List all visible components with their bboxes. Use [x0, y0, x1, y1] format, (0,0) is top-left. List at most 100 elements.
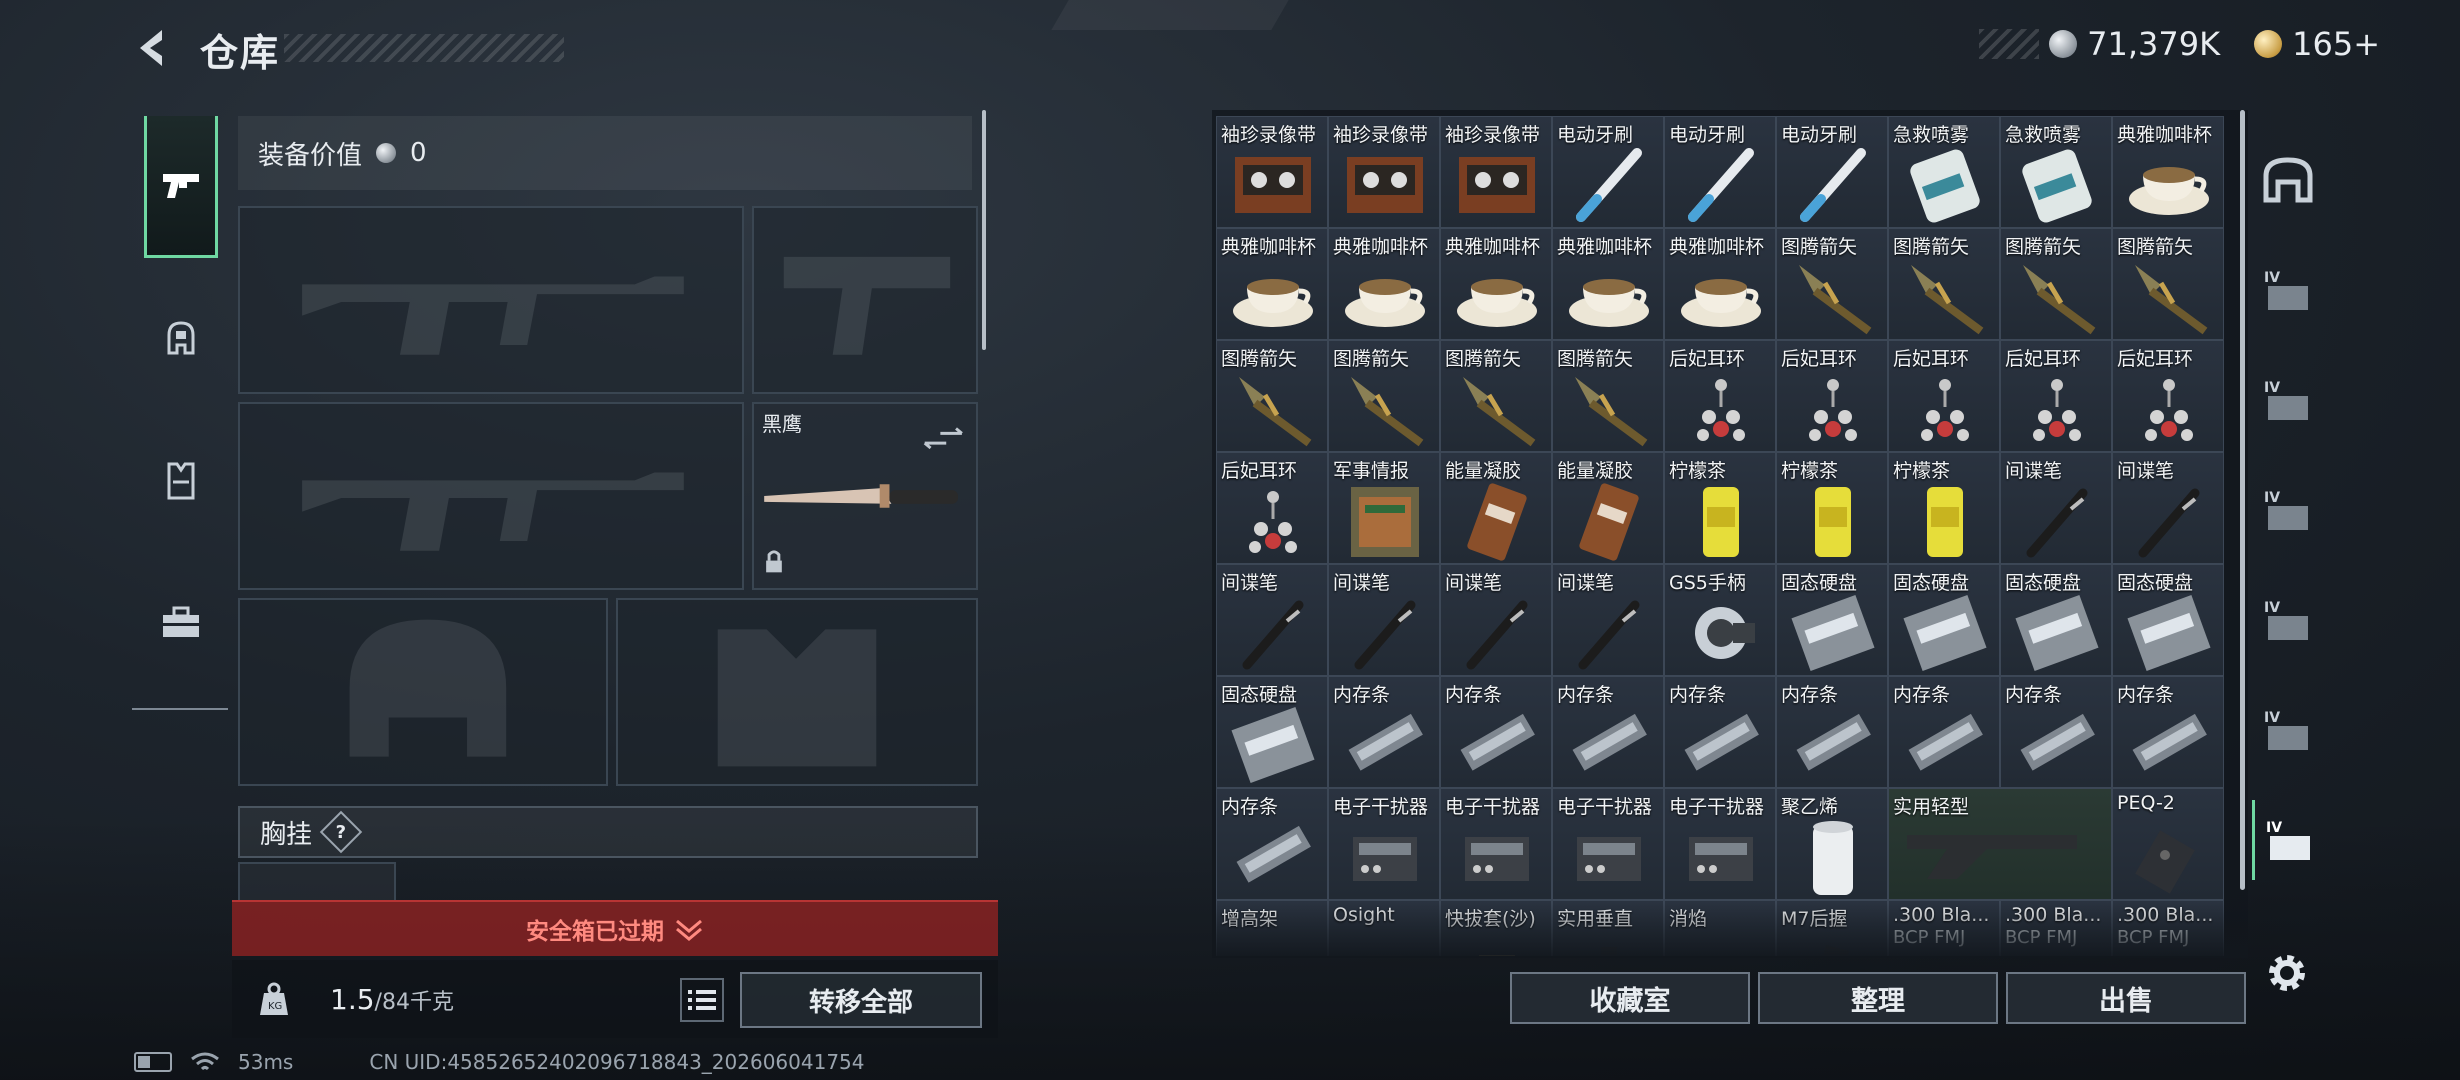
stash-item[interactable]: 图腾箭矢	[2112, 228, 2224, 340]
help-icon[interactable]: ?	[319, 810, 363, 854]
stash-item[interactable]: 实用轻型	[1888, 788, 2112, 900]
stash-item[interactable]: 电子干扰器	[1552, 788, 1664, 900]
armor-slot[interactable]	[616, 598, 978, 786]
stash-item[interactable]: 间谍笔	[2000, 452, 2112, 564]
stash-item[interactable]: 间谍笔	[1552, 564, 1664, 676]
stash-item[interactable]: 能量凝胶	[1440, 452, 1552, 564]
equipment-scrollbar[interactable]	[982, 110, 986, 350]
gold-amount[interactable]: 165+	[2292, 25, 2380, 63]
list-icon[interactable]	[680, 978, 724, 1022]
stash-item[interactable]: 固态硬盘	[1888, 564, 2000, 676]
storage-tab-3[interactable]: IV	[2252, 470, 2324, 550]
stash-item[interactable]: 典雅咖啡杯	[1552, 228, 1664, 340]
stash-item[interactable]: 急救喷雾	[2000, 116, 2112, 228]
stash-item[interactable]: 图腾箭矢	[1888, 228, 2000, 340]
stash-item[interactable]: 电动牙刷	[1552, 116, 1664, 228]
sidebar-divider	[132, 708, 228, 710]
item-icon	[1249, 491, 1297, 553]
stash-item[interactable]: GS5手柄	[1664, 564, 1776, 676]
tab-helmet[interactable]	[144, 268, 218, 410]
stash-item[interactable]: 内存条	[1888, 676, 2000, 788]
stash-item[interactable]: 图腾箭矢	[1328, 340, 1440, 452]
stash-item[interactable]: 内存条	[1216, 788, 1328, 900]
stash-item[interactable]: 图腾箭矢	[1216, 340, 1328, 452]
stash-item[interactable]: 内存条	[1440, 676, 1552, 788]
stash-item[interactable]: 固态硬盘	[2112, 564, 2224, 676]
stash-item[interactable]: 电子干扰器	[1440, 788, 1552, 900]
stash-item[interactable]: 内存条	[2112, 676, 2224, 788]
storage-tab-1[interactable]: IV	[2252, 250, 2324, 330]
sell-button[interactable]: 出售	[2006, 972, 2246, 1024]
tab-case[interactable]	[144, 552, 218, 694]
stash-item[interactable]: 后妃耳环	[1664, 340, 1776, 452]
stash-item[interactable]: 典雅咖啡杯	[1440, 228, 1552, 340]
stash-item[interactable]: PEQ-2	[2112, 788, 2224, 900]
stash-item[interactable]: 能量凝胶	[1552, 452, 1664, 564]
stash-item[interactable]: 固态硬盘	[2000, 564, 2112, 676]
item-icon	[2135, 830, 2195, 894]
stash-item[interactable]: 间谍笔	[2112, 452, 2224, 564]
melee-slot[interactable]: 黑鹰	[752, 402, 978, 590]
stash-item[interactable]: 袖珍录像带	[1216, 116, 1328, 228]
stash-item[interactable]: 内存条	[1552, 676, 1664, 788]
tab-chest-rig[interactable]	[144, 410, 218, 552]
stash-item[interactable]: 电动牙刷	[1776, 116, 1888, 228]
organize-button[interactable]: 整理	[1758, 972, 1998, 1024]
chest-rig-slot[interactable]	[238, 862, 396, 902]
storage-iv-icon: IV	[2264, 490, 2308, 530]
stash-item[interactable]: 典雅咖啡杯	[2112, 116, 2224, 228]
stash-item[interactable]: 电子干扰器	[1664, 788, 1776, 900]
stash-scrollbar[interactable]	[2240, 110, 2245, 890]
storage-tab-2[interactable]: IV	[2252, 360, 2324, 440]
collection-button[interactable]: 收藏室	[1510, 972, 1750, 1024]
stash-item[interactable]: 柠檬茶	[1664, 452, 1776, 564]
stash-item[interactable]: 急救喷雾	[1888, 116, 2000, 228]
stash-item[interactable]: 内存条	[1664, 676, 1776, 788]
stash-item[interactable]: 后妃耳环	[2000, 340, 2112, 452]
primary-weapon-slot[interactable]	[238, 206, 744, 394]
stash-item[interactable]: 后妃耳环	[1776, 340, 1888, 452]
stash-item[interactable]: 后妃耳环	[1888, 340, 2000, 452]
stash-item[interactable]: 聚乙烯	[1776, 788, 1888, 900]
stash-item[interactable]: 典雅咖啡杯	[1328, 228, 1440, 340]
settings-gear-icon[interactable]	[2262, 948, 2312, 998]
svg-text:IV: IV	[2264, 490, 2280, 506]
tab-weapons[interactable]	[144, 116, 218, 258]
stash-item[interactable]: 间谍笔	[1216, 564, 1328, 676]
storage-tab-5[interactable]: IV	[2252, 690, 2324, 770]
stash-item[interactable]: 固态硬盘	[1216, 676, 1328, 788]
back-arrow-icon[interactable]	[132, 26, 176, 70]
item-icon	[1809, 379, 1857, 441]
stash-item[interactable]: 内存条	[2000, 676, 2112, 788]
stash-item[interactable]: 电动牙刷	[1664, 116, 1776, 228]
stash-item[interactable]: 袖珍录像带	[1328, 116, 1440, 228]
stash-item[interactable]: 柠檬茶	[1888, 452, 2000, 564]
pistol-slot[interactable]	[752, 206, 978, 394]
transfer-all-button[interactable]: 转移全部	[740, 972, 982, 1028]
stash-item[interactable]: 内存条	[1776, 676, 1888, 788]
home-tab[interactable]	[2252, 140, 2324, 220]
stash-item[interactable]: 后妃耳环	[1216, 452, 1328, 564]
stash-item[interactable]: 内存条	[1328, 676, 1440, 788]
stash-item[interactable]: 图腾箭矢	[1552, 340, 1664, 452]
stash-item[interactable]: 柠檬茶	[1776, 452, 1888, 564]
secondary-weapon-slot[interactable]	[238, 402, 744, 590]
stash-item[interactable]: 军事情报	[1328, 452, 1440, 564]
stash-item[interactable]: 袖珍录像带	[1440, 116, 1552, 228]
stash-item[interactable]: 间谍笔	[1328, 564, 1440, 676]
stash-item[interactable]: 间谍笔	[1440, 564, 1552, 676]
helmet-slot[interactable]	[238, 598, 608, 786]
stash-item[interactable]: 图腾箭矢	[2000, 228, 2112, 340]
storage-tab-4[interactable]: IV	[2252, 580, 2324, 660]
stash-item[interactable]: 图腾箭矢	[1440, 340, 1552, 452]
stash-item[interactable]: 典雅咖啡杯	[1216, 228, 1328, 340]
storage-tab-6[interactable]: IV	[2252, 800, 2324, 880]
safe-box-expired-banner[interactable]: 安全箱已过期	[232, 900, 998, 956]
stash-item[interactable]: 典雅咖啡杯	[1664, 228, 1776, 340]
stash-item[interactable]: 固态硬盘	[1776, 564, 1888, 676]
stash-item[interactable]: 图腾箭矢	[1776, 228, 1888, 340]
stash-item[interactable]: 后妃耳环	[2112, 340, 2224, 452]
weight-icon: KG	[260, 982, 288, 1015]
item-icon	[1579, 483, 1639, 561]
stash-item[interactable]: 电子干扰器	[1328, 788, 1440, 900]
